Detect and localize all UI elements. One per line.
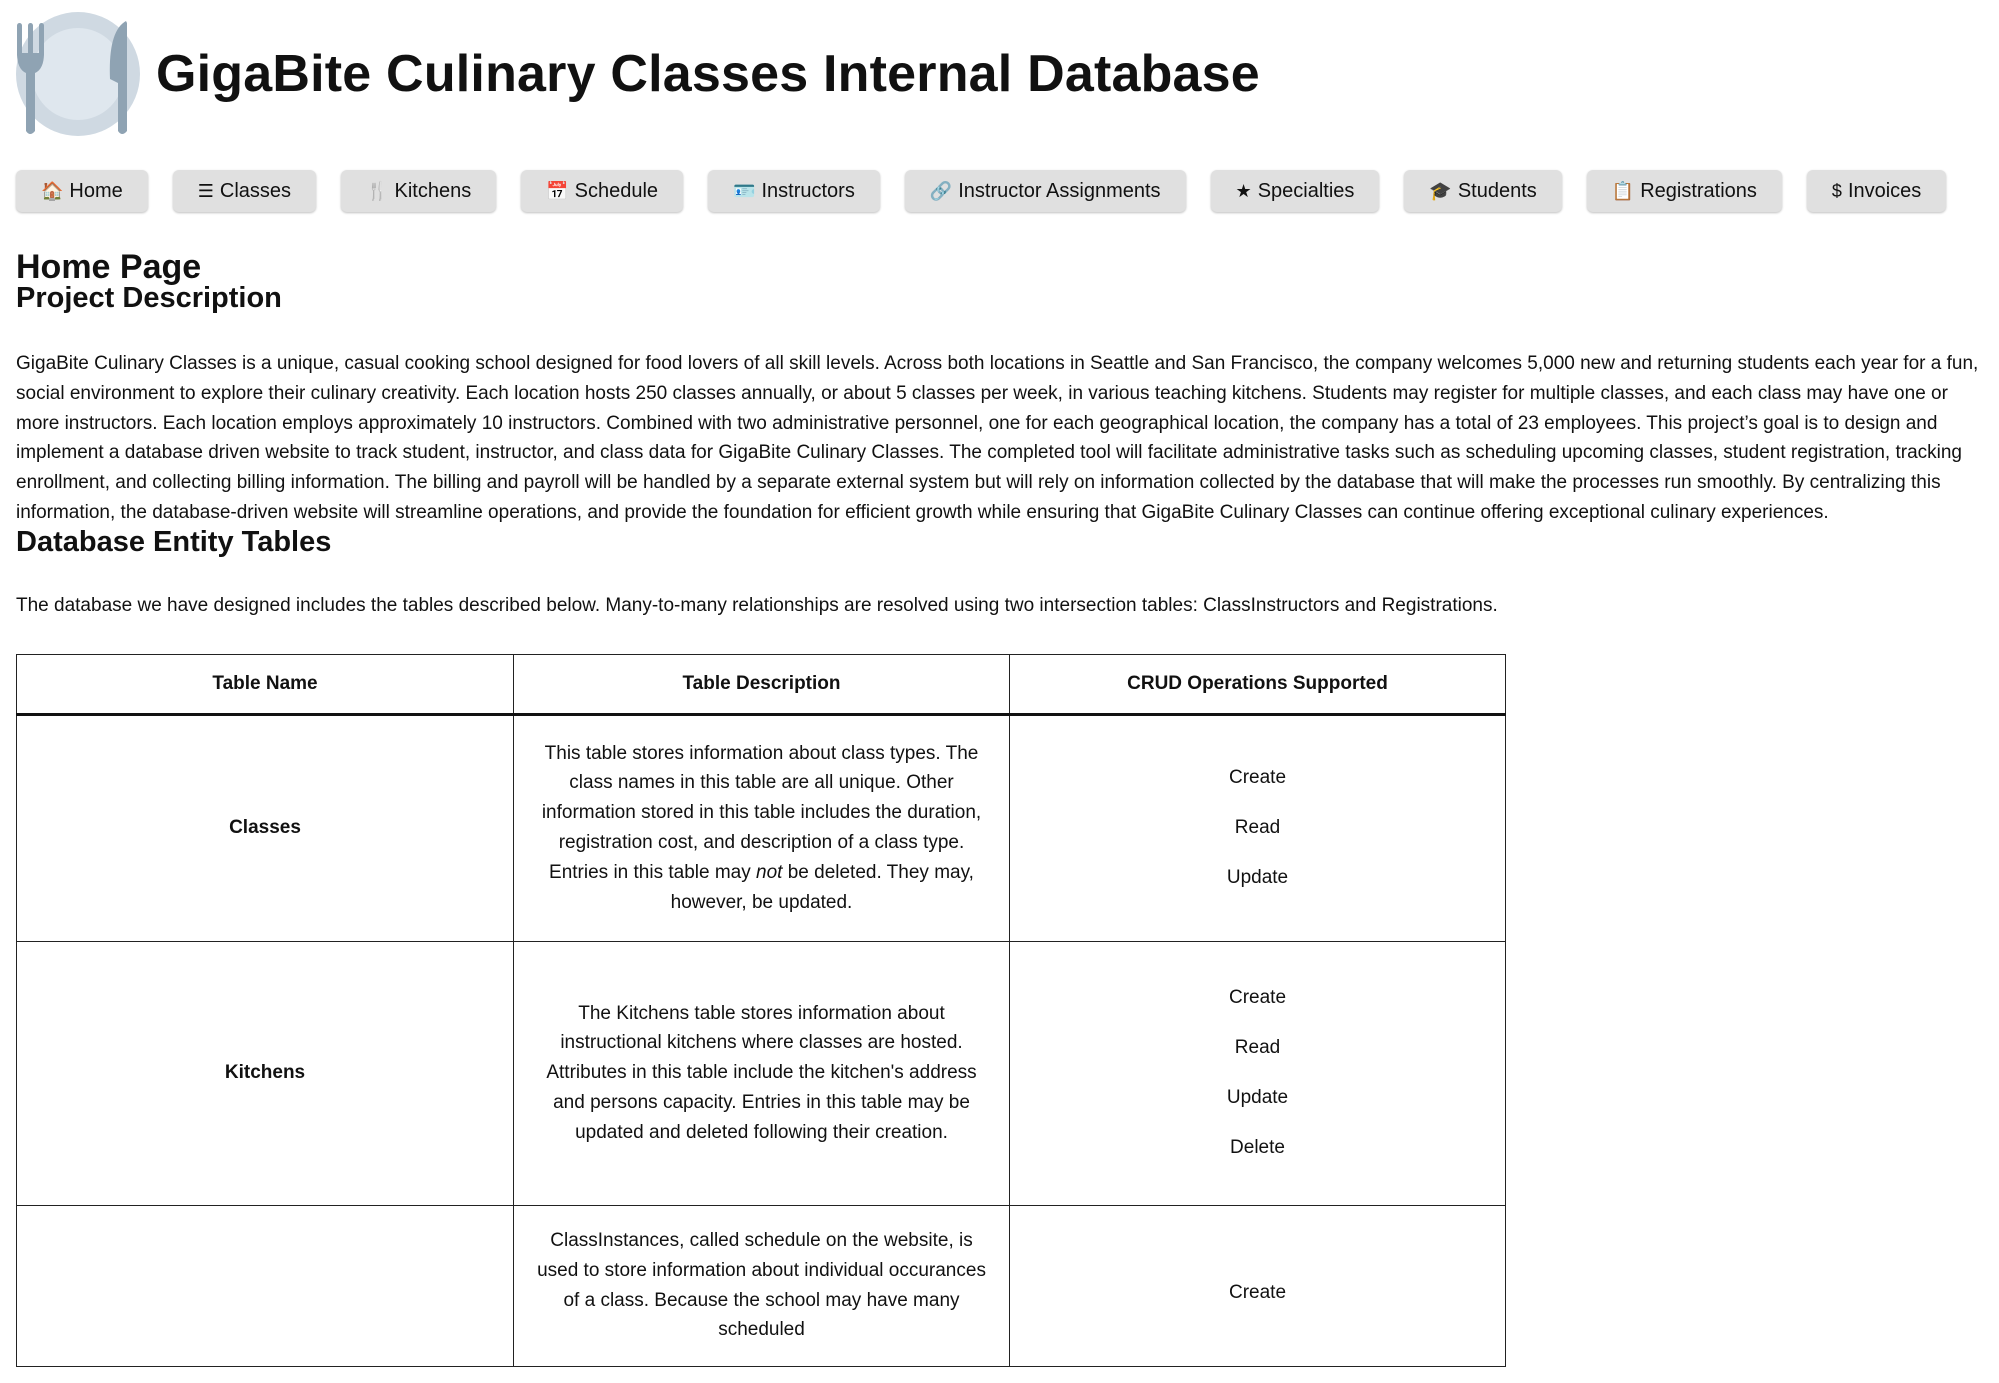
crud-operation: Delete xyxy=(1230,1137,1285,1159)
table-name-cell: Classes xyxy=(16,713,514,942)
nav-label: Home xyxy=(69,179,123,202)
home-icon: 🏠 xyxy=(41,181,64,201)
nav-label: Registrations xyxy=(1640,179,1757,202)
nav-label: Schedule xyxy=(574,179,659,202)
nav-instructors-button[interactable]: 🪪 Instructors xyxy=(708,170,880,212)
nav-instructor-assignments-button[interactable]: 🔗 Instructor Assignments xyxy=(904,170,1186,212)
nav-specialties-button[interactable]: ★ Specialties xyxy=(1210,170,1380,212)
page-title: Home Page xyxy=(16,248,202,286)
nav-label: Students xyxy=(1457,179,1537,202)
id-card-icon: 🪪 xyxy=(733,181,756,201)
table-description-cell: This table stores information about clas… xyxy=(513,713,1010,942)
calendar-icon: 📅 xyxy=(546,181,569,201)
nav-kitchens-button[interactable]: 🍴 Kitchens xyxy=(341,170,497,212)
star-icon: ★ xyxy=(1235,181,1252,201)
table-description-cell: ClassInstances, called schedule on the w… xyxy=(513,1204,1010,1367)
nav-invoices-button[interactable]: $ Invoices xyxy=(1806,170,1947,212)
table-header-row: Table Name Table Description CRUD Operat… xyxy=(16,653,1506,716)
entity-tables-intro: The database we have designed includes t… xyxy=(16,594,1498,616)
nav-registrations-button[interactable]: 📋 Registrations xyxy=(1586,170,1782,212)
dollar-icon: $ xyxy=(1831,181,1842,201)
project-description-text: GigaBite Culinary Classes is a unique, c… xyxy=(16,353,1979,523)
column-header: Table Name xyxy=(16,653,514,716)
link-icon: 🔗 xyxy=(929,181,953,201)
nav-label: Kitchens xyxy=(394,179,472,202)
nav-label: Instructor Assignments xyxy=(958,179,1161,202)
nav-label: Specialties xyxy=(1257,179,1355,202)
site-header: GigaBite Culinary Classes Internal Datab… xyxy=(16,0,1991,148)
entity-tables-heading: Database Entity Tables xyxy=(16,525,332,558)
column-header: CRUD Operations Supported xyxy=(1009,653,1506,716)
main-nav: 🏠 Home ☰ Classes 🍴 Kitchens 📅 Schedule 🪪… xyxy=(16,170,1991,212)
table-row: Kitchens The Kitchens table stores infor… xyxy=(16,940,1506,1206)
crud-operation: Update xyxy=(1226,1087,1289,1109)
fork-knife-icon: 🍴 xyxy=(366,181,389,201)
crud-operation: Read xyxy=(1234,817,1281,839)
crud-cell: Create xyxy=(1009,1204,1506,1367)
crud-operation: Create xyxy=(1228,1281,1287,1303)
column-header: Table Description xyxy=(513,653,1010,716)
graduation-cap-icon: 🎓 xyxy=(1429,181,1452,201)
crud-operation: Create xyxy=(1228,987,1287,1009)
crud-operation: Create xyxy=(1228,767,1287,789)
table-description-cell: The Kitchens table stores information ab… xyxy=(513,940,1010,1206)
table-name-cell xyxy=(16,1204,514,1367)
nav-classes-button[interactable]: ☰ Classes xyxy=(172,170,317,212)
nav-home-button[interactable]: 🏠 Home xyxy=(16,170,148,212)
site-title: GigaBite Culinary Classes Internal Datab… xyxy=(156,45,1260,103)
entity-table: Table Name Table Description CRUD Operat… xyxy=(16,653,1506,1367)
table-name-cell: Kitchens xyxy=(16,940,514,1206)
crud-operation: Update xyxy=(1226,867,1289,889)
crud-cell: Create Read Update Delete xyxy=(1009,940,1506,1206)
project-description-heading: Project Description xyxy=(16,282,282,314)
crud-operation: Read xyxy=(1234,1037,1281,1059)
table-row: ClassInstances, called schedule on the w… xyxy=(16,1204,1506,1367)
page-container: GigaBite Culinary Classes Internal Datab… xyxy=(16,0,1991,1367)
plate-fork-knife-icon xyxy=(16,12,140,136)
nav-label: Instructors xyxy=(761,179,855,202)
clipboard-icon: 📋 xyxy=(1611,181,1635,201)
nav-students-button[interactable]: 🎓 Students xyxy=(1404,170,1562,212)
nav-schedule-button[interactable]: 📅 Schedule xyxy=(521,170,684,212)
crud-cell: Create Read Update xyxy=(1009,713,1506,942)
description-emphasis: not xyxy=(756,861,783,883)
list-icon: ☰ xyxy=(197,181,214,201)
table-row: Classes This table stores information ab… xyxy=(16,713,1506,942)
nav-label: Invoices xyxy=(1847,179,1922,202)
nav-label: Classes xyxy=(219,179,292,202)
